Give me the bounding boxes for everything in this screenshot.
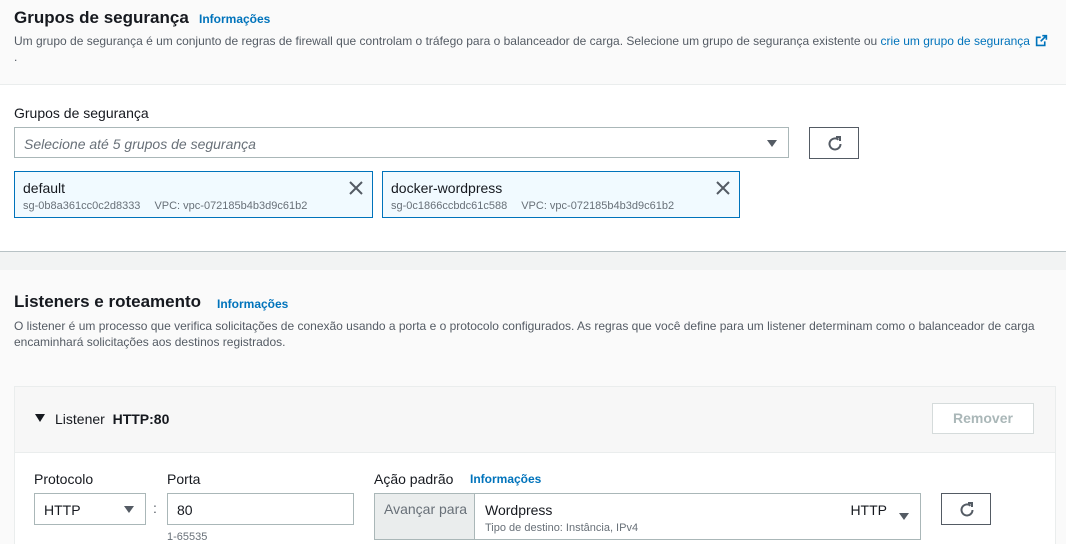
- remove-token-close-icon[interactable]: [348, 180, 364, 196]
- security-groups-header: Grupos de segurança Informações Um grupo…: [0, 0, 1066, 85]
- refresh-icon: [960, 502, 974, 517]
- listeners-description-line1: O listener é um processo que verifica so…: [14, 319, 1035, 333]
- protocol-value: HTTP: [44, 502, 81, 518]
- protocol-port-separator: :: [153, 500, 157, 516]
- port-label: Porta: [167, 471, 201, 487]
- remove-listener-button[interactable]: Remover: [932, 403, 1034, 434]
- refresh-icon: [828, 136, 842, 151]
- caret-down-icon: [899, 513, 909, 520]
- token-name: default: [23, 180, 66, 196]
- caret-down-icon[interactable]: [35, 414, 45, 422]
- port-hint: 1-65535: [167, 531, 208, 543]
- selected-security-group-token: default sg-0b8a361cc0c2d8333 VPC: vpc-072…: [14, 171, 373, 218]
- forward-to-label: Avançar para: [374, 493, 475, 540]
- refresh-security-groups-button[interactable]: [809, 127, 859, 159]
- security-groups-select[interactable]: Selecione até 5 grupos de segurança: [14, 127, 789, 158]
- listeners-info-link[interactable]: Informações: [217, 297, 288, 311]
- token-vpc: VPC: vpc-072185b4b3d9c61b2: [154, 200, 308, 212]
- caret-down-icon: [124, 506, 134, 513]
- selected-security-group-token: docker-wordpress sg-0c1866ccbdc61c588 VPC…: [382, 171, 740, 218]
- security-groups-info-link[interactable]: Informações: [199, 12, 270, 26]
- token-sg-id: sg-0c1866ccbdc61c588: [391, 200, 508, 212]
- listener-header[interactable]: Listener HTTP:80 Remover: [15, 387, 1055, 453]
- security-groups-title: Grupos de segurança: [14, 8, 189, 27]
- listener-name: HTTP:80: [112, 411, 170, 427]
- default-action-label: Ação padrão: [374, 471, 454, 487]
- token-sg-id: sg-0b8a361cc0c2d8333: [23, 200, 141, 212]
- external-link-icon: [1036, 34, 1048, 47]
- target-group-select[interactable]: Wordpress Tipo de destino: Instância, IP…: [474, 493, 921, 540]
- listeners-title: Listeners e roteamento: [14, 292, 202, 311]
- port-value: 80: [177, 502, 193, 518]
- create-security-group-link[interactable]: crie um grupo de segurança: [881, 34, 1049, 48]
- security-groups-placeholder: Selecione até 5 grupos de segurança: [24, 136, 256, 152]
- protocol-label: Protocolo: [34, 471, 94, 487]
- token-name: docker-wordpress: [391, 180, 503, 196]
- target-protocol: HTTP: [850, 502, 887, 518]
- caret-down-icon: [767, 140, 777, 147]
- remove-token-close-icon[interactable]: [715, 180, 731, 196]
- listeners-description-line2: encaminhará solicitações aos destinos re…: [14, 335, 286, 349]
- target-group-name: Wordpress: [485, 502, 553, 518]
- default-action-info-link[interactable]: Informações: [470, 472, 541, 486]
- token-meta: sg-0b8a361cc0c2d8333 VPC: vpc-072185b4b3d…: [23, 200, 321, 212]
- security-groups-body: Grupos de segurança: [0, 85, 1066, 252]
- protocol-select[interactable]: HTTP: [34, 493, 146, 525]
- listener-label: Listener HTTP:80: [55, 411, 170, 427]
- security-groups-description: Um grupo de segurança é um conjunto de r…: [14, 33, 1054, 65]
- target-type: Tipo de destino: Instância, IPv4: [485, 522, 639, 534]
- token-meta: sg-0c1866ccbdc61c588 VPC: vpc-072185b4b3d…: [391, 200, 688, 212]
- security-groups-field-label: Grupos de segurança: [14, 105, 149, 121]
- token-vpc: VPC: vpc-072185b4b3d9c61b2: [521, 200, 675, 212]
- port-input[interactable]: 80: [167, 493, 354, 525]
- refresh-target-groups-button[interactable]: [941, 493, 991, 525]
